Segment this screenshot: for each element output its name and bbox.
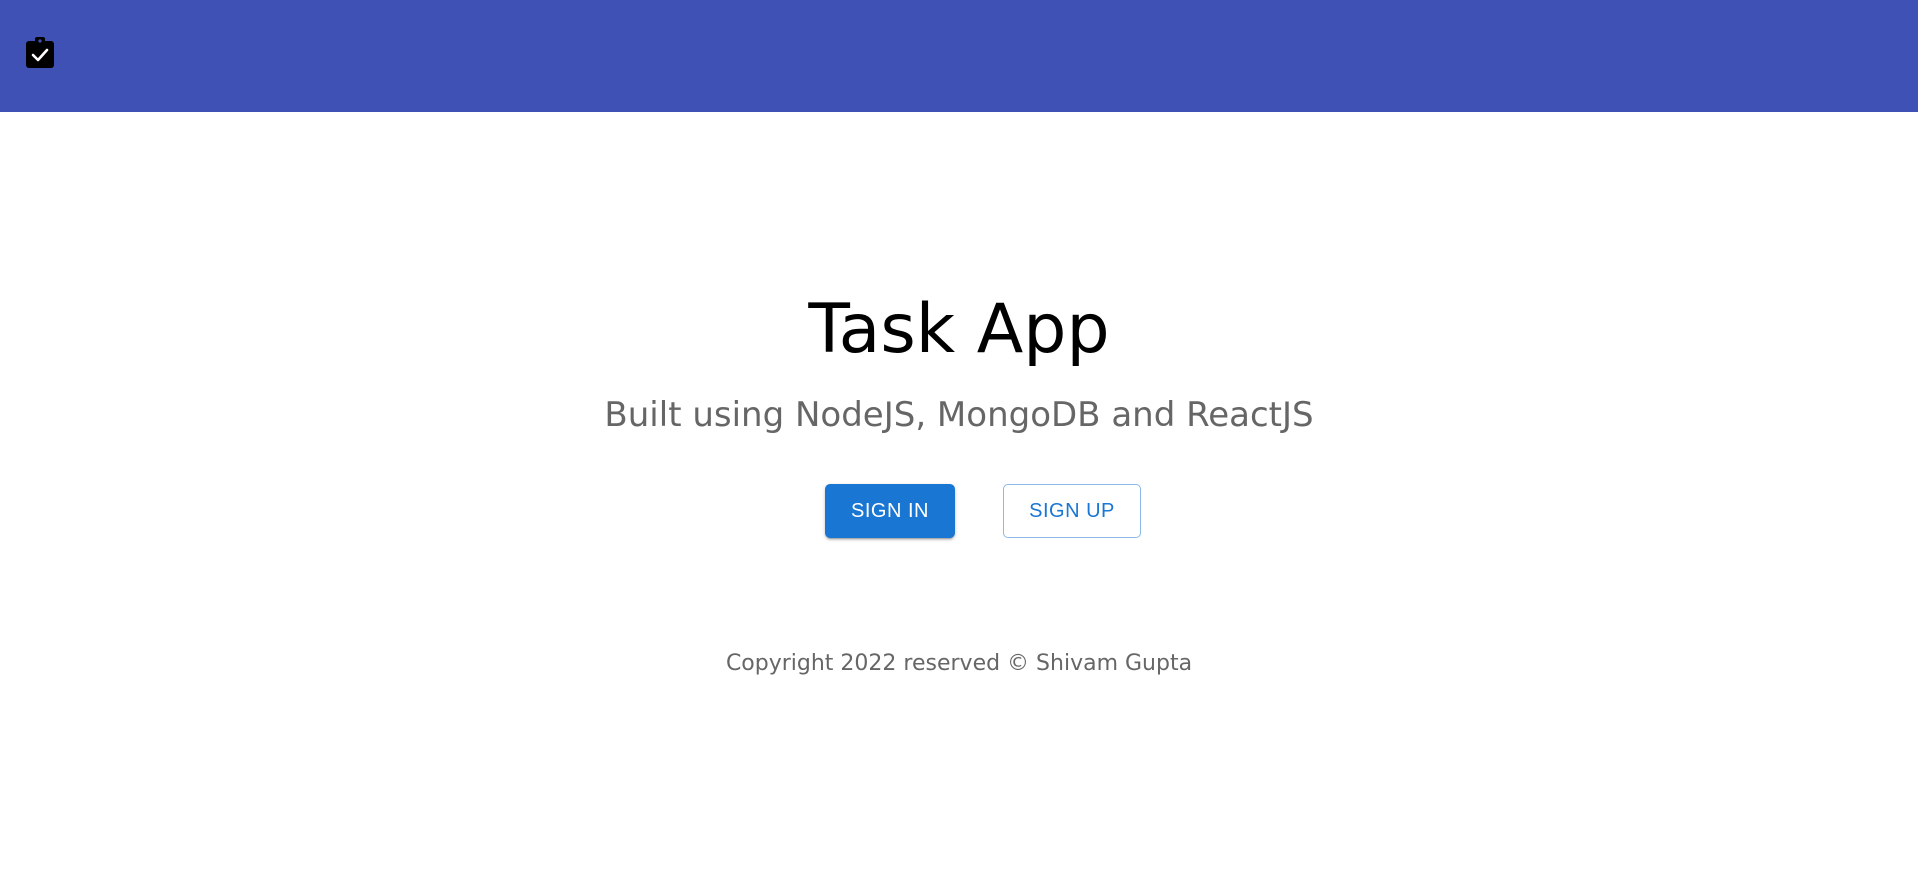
page-title: Task App xyxy=(808,290,1110,369)
page-subtitle: Built using NodeJS, MongoDB and ReactJS xyxy=(604,395,1314,435)
app-bar xyxy=(0,0,1918,112)
sign-in-button[interactable]: SIGN IN xyxy=(825,484,955,538)
copyright-text: Copyright 2022 reserved © Shivam Gupta xyxy=(725,651,1193,676)
clipboard-check-icon[interactable] xyxy=(25,36,55,69)
sign-up-button[interactable]: SIGN UP xyxy=(1003,484,1141,538)
